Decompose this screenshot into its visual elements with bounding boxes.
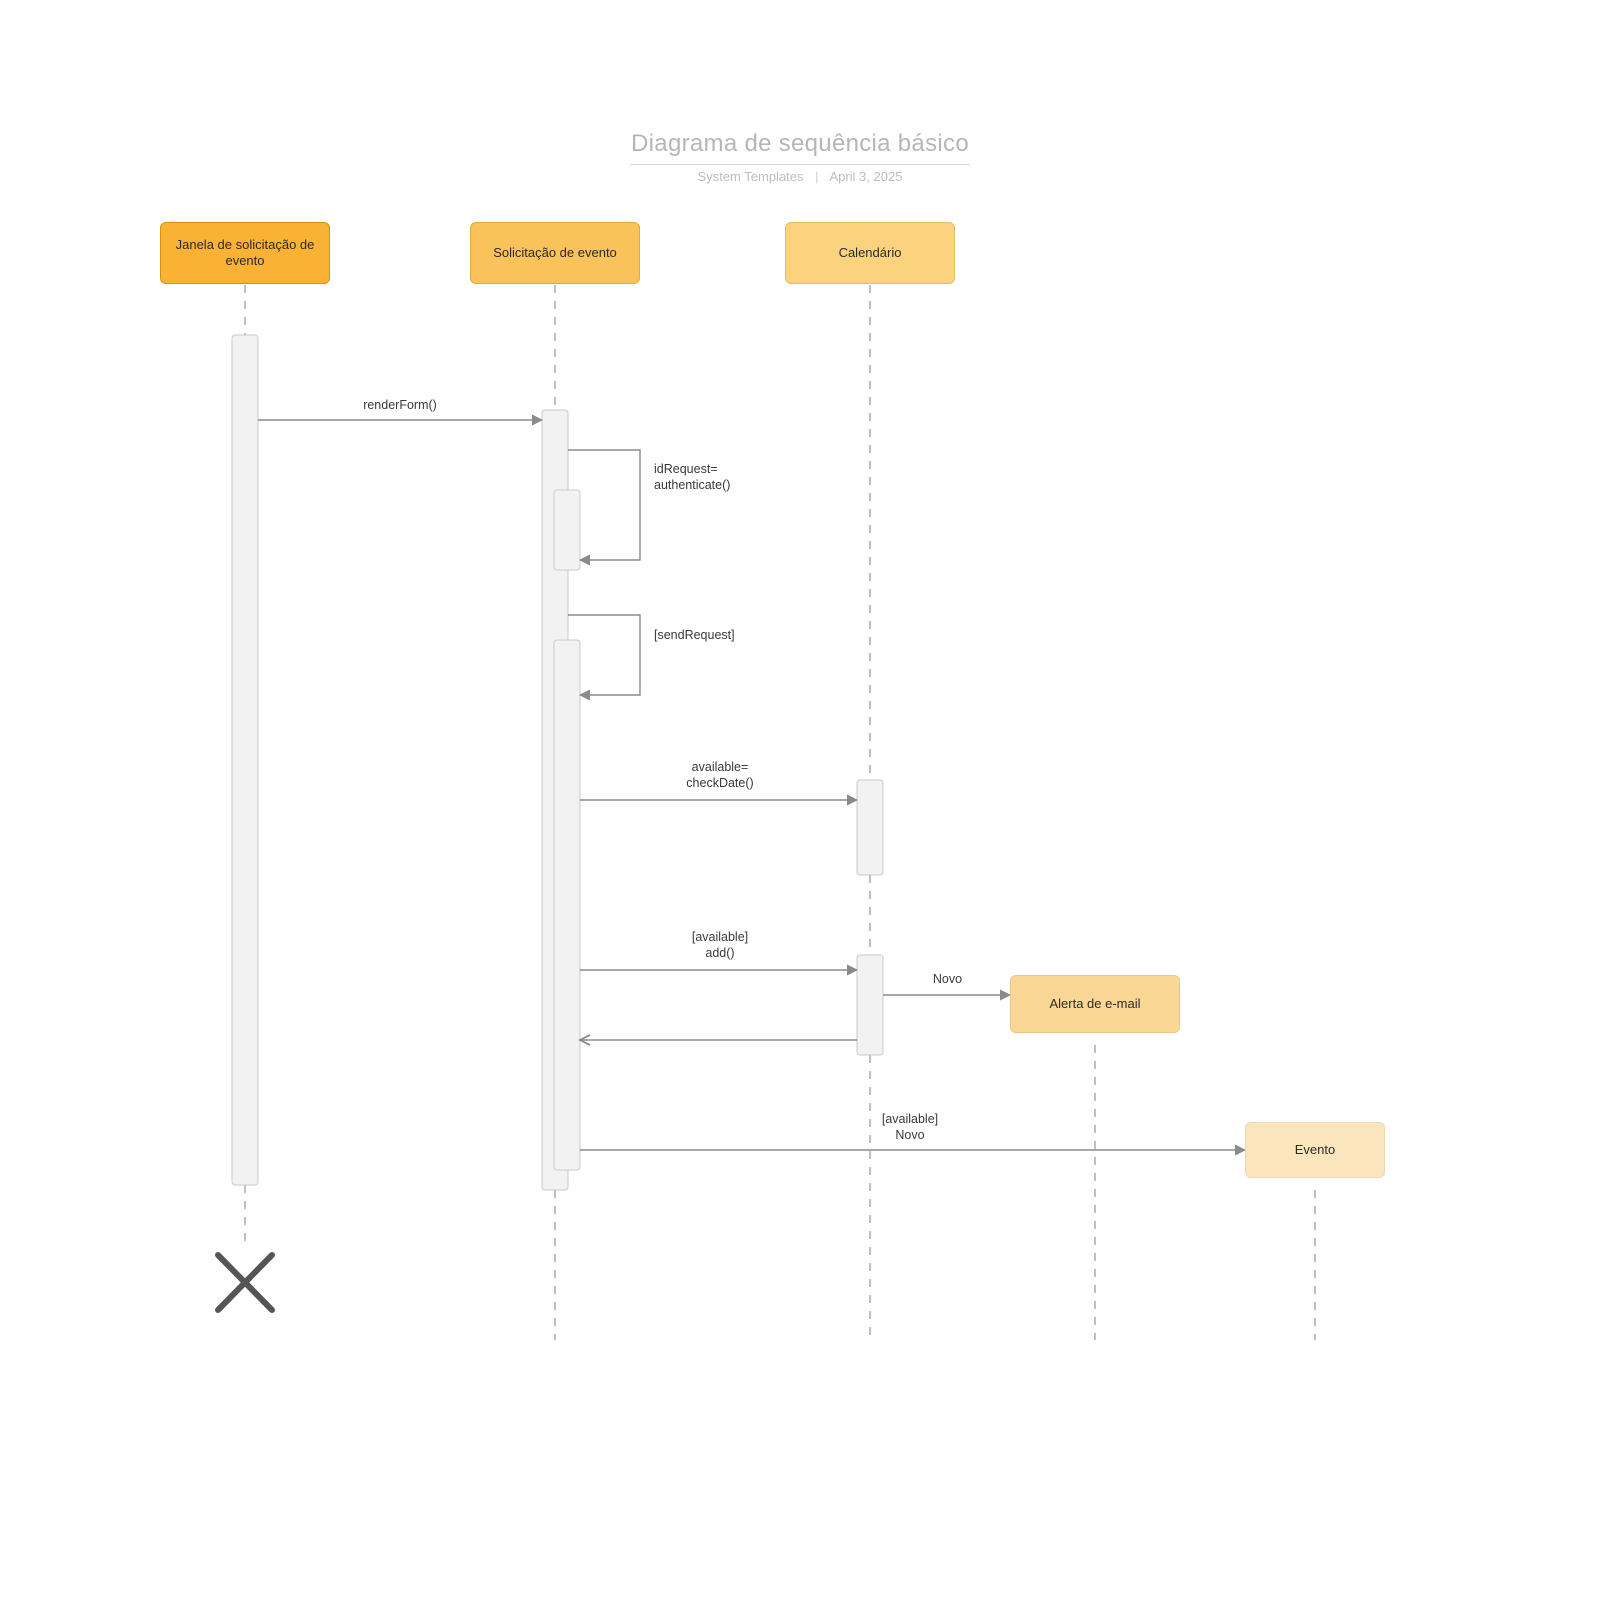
label-renderform: renderForm() (300, 398, 500, 414)
label-authenticate: idRequest= authenticate() (654, 462, 730, 493)
activation-p2-auth (554, 490, 580, 570)
participant-evento: Evento (1245, 1122, 1385, 1178)
participant-label: Solicitação de evento (493, 245, 617, 261)
label-checkdate: available= checkDate() (620, 760, 820, 791)
participant-alerta-email: Alerta de e-mail (1010, 975, 1180, 1033)
activation-p3-add (857, 955, 883, 1055)
label-novo-evento: [available] Novo (760, 1112, 1060, 1143)
activation-p3-check (857, 780, 883, 875)
participant-label: Evento (1295, 1142, 1335, 1158)
label-add: [available] add() (620, 930, 820, 961)
label-sendrequest: [sendRequest] (654, 628, 735, 644)
participant-label: Calendário (839, 245, 902, 261)
participant-janela: Janela de solicitação de evento (160, 222, 330, 284)
activation-p1 (232, 335, 258, 1185)
participant-label: Alerta de e-mail (1049, 996, 1140, 1012)
participant-solicitacao: Solicitação de evento (470, 222, 640, 284)
participant-label: Janela de solicitação de evento (169, 237, 321, 270)
activation-p2-send (554, 640, 580, 1170)
participant-calendario: Calendário (785, 222, 955, 284)
diagram-stage: Diagrama de sequência básico System Temp… (0, 0, 1600, 1600)
destroy-x-icon (218, 1255, 272, 1310)
label-novo-email: Novo (900, 972, 995, 988)
